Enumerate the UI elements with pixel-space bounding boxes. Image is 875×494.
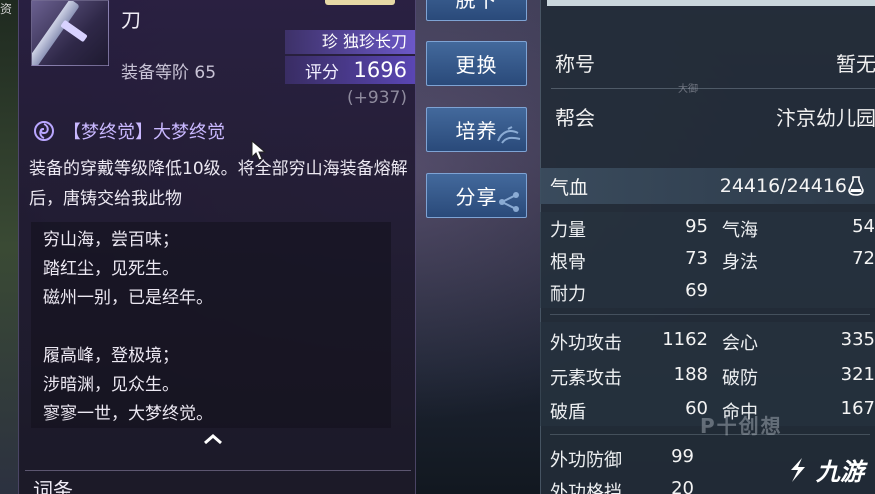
score-value: 1696 [353,58,407,82]
faint-mark: 大御 [678,84,698,95]
brand-watermark: P十创想 [700,414,783,438]
edge-glyph: 资 [0,2,13,16]
score-delta: (+937) [347,88,407,108]
attr-label: 力量 [550,220,586,241]
combat-label: 会心 [722,333,758,354]
combat-value: 335 [840,329,875,350]
title-value: 暂无 [836,51,875,76]
jiuyou-text: 九游 [816,458,864,486]
guild-row: 帮会 汴京幼儿园 [541,94,875,138]
combat-value: 188 [673,364,708,385]
defense-label: 外功防御 [550,450,622,471]
defense-label: 外功格挡 [550,482,622,494]
combat-label: 外功攻击 [550,333,622,354]
hp-label: 气血 [550,176,589,199]
guild-value: 汴京幼儿园 [776,105,875,130]
score-bar: 评分 1696 [285,56,415,84]
item-detail-panel: 刀 装备等阶 65 珍 独珍长刀 评分 1696 (+937) 【梦终觉】大梦终… [18,0,416,494]
poem-line: 涉暗渊，见众生。 [43,375,179,395]
combat-value: 1162 [662,329,708,350]
poem-line: 履高峰，登极境； [43,346,179,366]
left-scene-strip: 资 [0,0,20,494]
stats-top-strip [547,0,875,6]
title-row: 称号 暂无 [541,40,875,84]
combat-label: 破盾 [550,402,586,423]
chevron-up-icon[interactable] [202,432,224,446]
panel-top-tab [325,0,395,5]
share-label: 分享 [455,185,498,209]
info-divider [551,88,875,89]
combat-value: 167 [840,398,875,419]
jiuyou-watermark: 九游 [782,452,864,487]
combat-value: 321 [840,364,875,385]
attr-label: 身法 [722,252,758,273]
affix-section-title: 词条 [33,478,73,494]
attr-value: 69 [685,280,708,301]
unequip-button[interactable]: 脱下 [426,0,527,21]
hp-row: 气血 24416/24416 [540,168,875,204]
set-title: 【梦终觉】大梦终觉 [63,122,225,143]
set-title-row: 【梦终觉】大梦终觉 [33,118,225,144]
item-name: 刀 [121,8,141,32]
combat-label: 元素攻击 [550,368,622,389]
defense-value: 99 [671,446,694,467]
replace-label: 更换 [455,53,498,77]
train-label: 培养 [455,119,498,143]
unequip-label: 脱下 [455,0,498,12]
score-label: 评分 [305,62,339,83]
sword-item-icon [31,0,109,66]
attr-label: 气海 [722,220,758,241]
attr-value: 54 [852,216,875,237]
attr-label: 根骨 [550,252,586,273]
grade-label: 装备等阶 [121,63,189,83]
jiuyou-logo-icon [791,457,805,482]
equipment-grade: 装备等阶 65 [121,58,216,83]
share-icon [499,192,519,212]
poem-line: 寥寥一世，大梦终觉。 [43,404,213,424]
hp-value: 24416/24416 [719,175,848,197]
grade-value: 65 [194,63,217,83]
guild-label: 帮会 [555,105,595,130]
poem-line: 穷山海，尝百味； [43,230,179,250]
rarity-tag: 珍 独珍长刀 [285,30,415,54]
replace-button[interactable]: 更换 [426,41,527,86]
attr-value: 72 [852,248,875,269]
train-button[interactable]: 培养 [426,107,527,152]
attr-value: 73 [685,248,708,269]
attr-value: 95 [685,216,708,237]
combat-value: 60 [685,398,708,419]
title-label: 称号 [555,51,595,76]
attr-label: 耐力 [550,284,586,305]
group-divider [550,314,870,315]
combat-label: 破防 [722,368,758,389]
poem-line [43,313,379,342]
dragon-icon [497,126,521,144]
poem-line: 踏红尘，见死生。 [43,259,179,279]
defense-value: 20 [671,478,694,494]
item-description: 装备的穿戴等级降低10级。将全部穷山海装备熔解后，唐铸交给我此物 [29,159,408,209]
poem-line: 磁州一别，已是经年。 [43,288,213,308]
share-button[interactable]: 分享 [426,173,527,218]
item-poem-box: 穷山海，尝百味； 踏红尘，见死生。 磁州一别，已是经年。 履高峰，登极境； 涉暗… [31,222,391,428]
potion-icon[interactable] [847,176,865,196]
swirl-icon [34,121,54,141]
section-divider [25,470,411,471]
